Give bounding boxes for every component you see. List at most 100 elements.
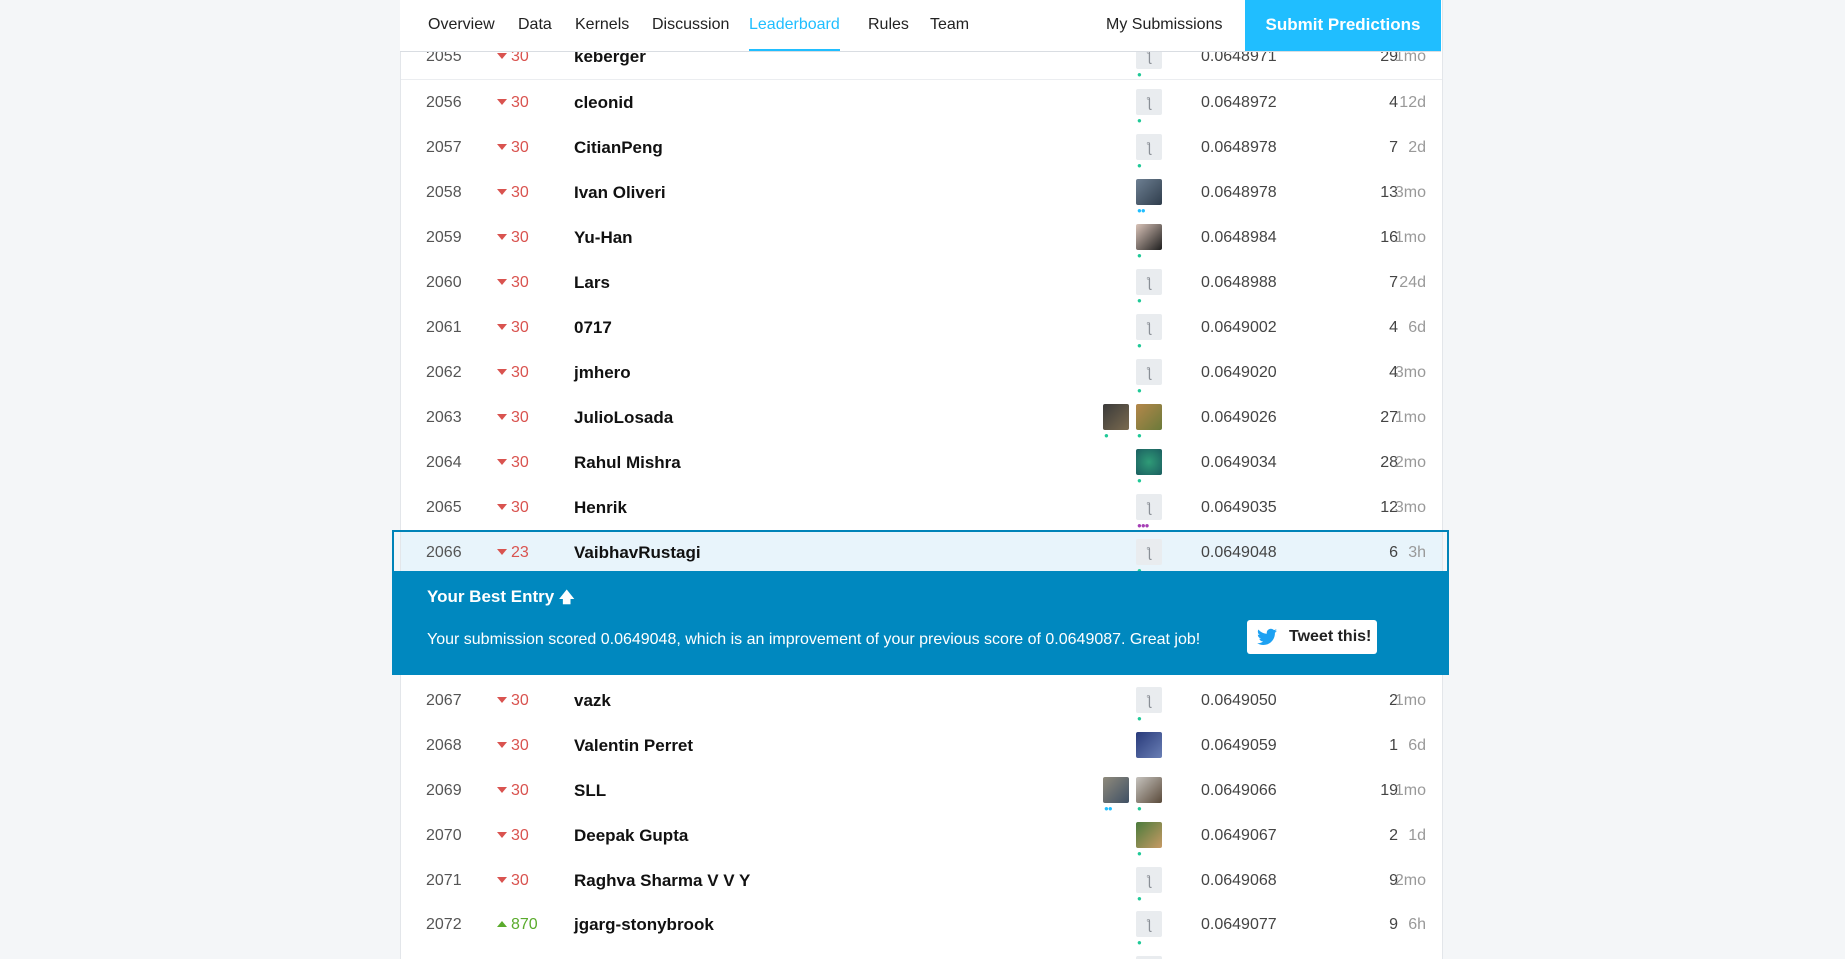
rank-change: 30 [497, 395, 567, 440]
team-name[interactable]: jmhero [574, 350, 631, 395]
tier-dots-icon: ● [1137, 714, 1142, 723]
tweet-button[interactable]: Tweet this! [1247, 620, 1377, 654]
rank-change: 30 [497, 260, 567, 305]
table-row[interactable]: 2068 30 Valentin Perret 0.0649059 1 6d [401, 723, 1442, 769]
default-avatar-icon[interactable]: ƪ [1136, 687, 1162, 713]
team-name[interactable]: Lars [574, 260, 610, 305]
table-row[interactable]: 2067 30 vazk ƪ ● 0.0649050 2 1mo [401, 678, 1442, 724]
rank-change-value: 30 [511, 319, 529, 336]
rank-change: 30 [497, 125, 567, 170]
tab-leaderboard[interactable]: Leaderboard [749, 0, 840, 51]
team-name[interactable]: Valentin Perret [574, 723, 693, 768]
my-submissions-link[interactable]: My Submissions [1106, 0, 1222, 49]
table-row[interactable]: 2065 30 Henrik ƪ ●●● 0.0649035 12 3mo [401, 485, 1442, 531]
team-members: ƪ ● [1091, 902, 1162, 947]
default-avatar-icon[interactable]: ƪ [1136, 89, 1162, 115]
rank-change: 30 [497, 215, 567, 260]
score: 0.0648972 [1201, 94, 1277, 111]
rank-down-icon [497, 53, 507, 59]
rank: 2059 [426, 229, 462, 246]
score: 0.0649077 [1201, 916, 1277, 933]
team-name[interactable]: Rahul Mishra [574, 440, 681, 485]
rank-change-value: 30 [511, 274, 529, 291]
tier-dots-icon: ●●● [1137, 521, 1149, 530]
best-entry-title: Your Best Entry 🡅 [427, 587, 574, 612]
team-name[interactable]: SLL [574, 768, 606, 813]
default-avatar-icon[interactable]: ƪ [1136, 867, 1162, 893]
team-name[interactable]: cleonid [574, 80, 634, 125]
tab-overview[interactable]: Overview [428, 0, 495, 49]
team-name[interactable]: Deepak Gupta [574, 813, 688, 858]
rank-change-value: 30 [511, 94, 529, 111]
team-name[interactable]: jgarg-stonybrook [574, 902, 714, 947]
table-row[interactable]: 2059 30 Yu-Han ● 0.0648984 16 1mo [401, 215, 1442, 261]
team-name[interactable]: Henrik [574, 485, 627, 530]
rank-down-icon [497, 324, 507, 330]
score: 0.0648978 [1201, 184, 1277, 201]
submit-predictions-button[interactable]: Submit Predictions [1245, 0, 1441, 51]
team-name[interactable]: Yu-Han [574, 215, 633, 260]
last-submission: 3mo [1394, 364, 1426, 381]
tier-dots-icon: ● [1137, 341, 1142, 350]
default-avatar-icon[interactable]: ƪ [1136, 314, 1162, 340]
default-avatar-icon[interactable]: ƪ [1136, 494, 1162, 520]
team-name[interactable]: 0717 [574, 305, 612, 350]
table-row[interactable]: 2057 30 CitianPeng ƪ ● 0.0648978 7 2d [401, 125, 1442, 171]
table-row[interactable]: 2064 30 Rahul Mishra ● 0.0649034 28 2mo [401, 440, 1442, 486]
user-avatar[interactable] [1103, 404, 1129, 430]
rank: 2071 [426, 872, 462, 889]
team-name[interactable]: vazk [574, 678, 611, 723]
table-row[interactable]: 2058 30 Ivan Oliveri ●● 0.0648978 13 3mo [401, 170, 1442, 216]
rank: 2066 [426, 544, 462, 561]
rank-change-value: 30 [511, 229, 529, 246]
score: 0.0649048 [1201, 544, 1277, 561]
tab-rules[interactable]: Rules [868, 0, 909, 49]
table-row[interactable]: 2071 30 Raghva Sharma V V Y ƪ ● 0.064906… [401, 858, 1442, 904]
team-name[interactable]: CitianPeng [574, 125, 663, 170]
user-avatar[interactable] [1136, 822, 1162, 848]
table-row[interactable]: 2061 30 0717 ƪ ● 0.0649002 4 6d [401, 305, 1442, 351]
rank-down-icon [497, 99, 507, 105]
rank-change: 30 [497, 485, 567, 530]
last-submission: 3mo [1394, 184, 1426, 201]
tier-dots-icon: ● [1137, 386, 1142, 395]
team-members: ƪ ● [1091, 678, 1162, 723]
team-name[interactable]: VaibhavRustagi [574, 530, 701, 575]
table-row[interactable]: 2069 30 SLL ●● ● 0.0649066 19 1mo [401, 768, 1442, 814]
user-avatar[interactable] [1136, 449, 1162, 475]
team-name[interactable]: Raghva Sharma V V Y [574, 858, 750, 903]
table-row[interactable]: 2072 870 jgarg-stonybrook ƪ ● 0.0649077 … [401, 902, 1442, 948]
user-avatar[interactable] [1136, 732, 1162, 758]
user-avatar[interactable] [1136, 224, 1162, 250]
table-row[interactable]: 2062 30 jmhero ƪ ● 0.0649020 4 3mo [401, 350, 1442, 396]
score: 0.0649026 [1201, 409, 1277, 426]
rank-down-icon [497, 832, 507, 838]
default-avatar-icon[interactable]: ƪ [1136, 359, 1162, 385]
default-avatar-icon[interactable]: ƪ [1136, 269, 1162, 295]
default-avatar-icon[interactable]: ƪ [1136, 911, 1162, 937]
team-name[interactable]: JulioLosada [574, 395, 673, 440]
last-submission: 1mo [1394, 409, 1426, 426]
default-avatar-icon[interactable]: ƪ [1136, 134, 1162, 160]
team-name[interactable]: Ivan Oliveri [574, 170, 666, 215]
table-row[interactable]: 2060 30 Lars ƪ ● 0.0648988 7 24d [401, 260, 1442, 306]
score: 0.0649034 [1201, 454, 1277, 471]
table-row[interactable]: 2070 30 Deepak Gupta ● 0.0649067 2 1d [401, 813, 1442, 859]
tweet-button-label: Tweet this! [1289, 628, 1372, 645]
table-row-partial: ƪ [401, 947, 1442, 959]
tab-discussion[interactable]: Discussion [652, 0, 729, 49]
my-team-row[interactable]: 2066 23 VaibhavRustagi ƪ ● 0.0649048 6 3… [401, 530, 1442, 575]
last-submission: 6d [1408, 319, 1426, 336]
tab-kernels[interactable]: Kernels [575, 0, 629, 49]
user-avatar[interactable] [1136, 777, 1162, 803]
user-avatar[interactable] [1103, 777, 1129, 803]
user-avatar[interactable] [1136, 179, 1162, 205]
tab-data[interactable]: Data [518, 0, 552, 49]
user-avatar[interactable] [1136, 404, 1162, 430]
last-submission: 6d [1408, 737, 1426, 754]
rank-change-value: 30 [511, 139, 529, 156]
table-row[interactable]: 2063 30 JulioLosada ● ● 0.0649026 27 1mo [401, 395, 1442, 441]
tab-team[interactable]: Team [930, 0, 969, 49]
table-row[interactable]: 2056 30 cleonid ƪ ● 0.0648972 4 12d [401, 80, 1442, 126]
default-avatar-icon[interactable]: ƪ [1136, 539, 1162, 565]
